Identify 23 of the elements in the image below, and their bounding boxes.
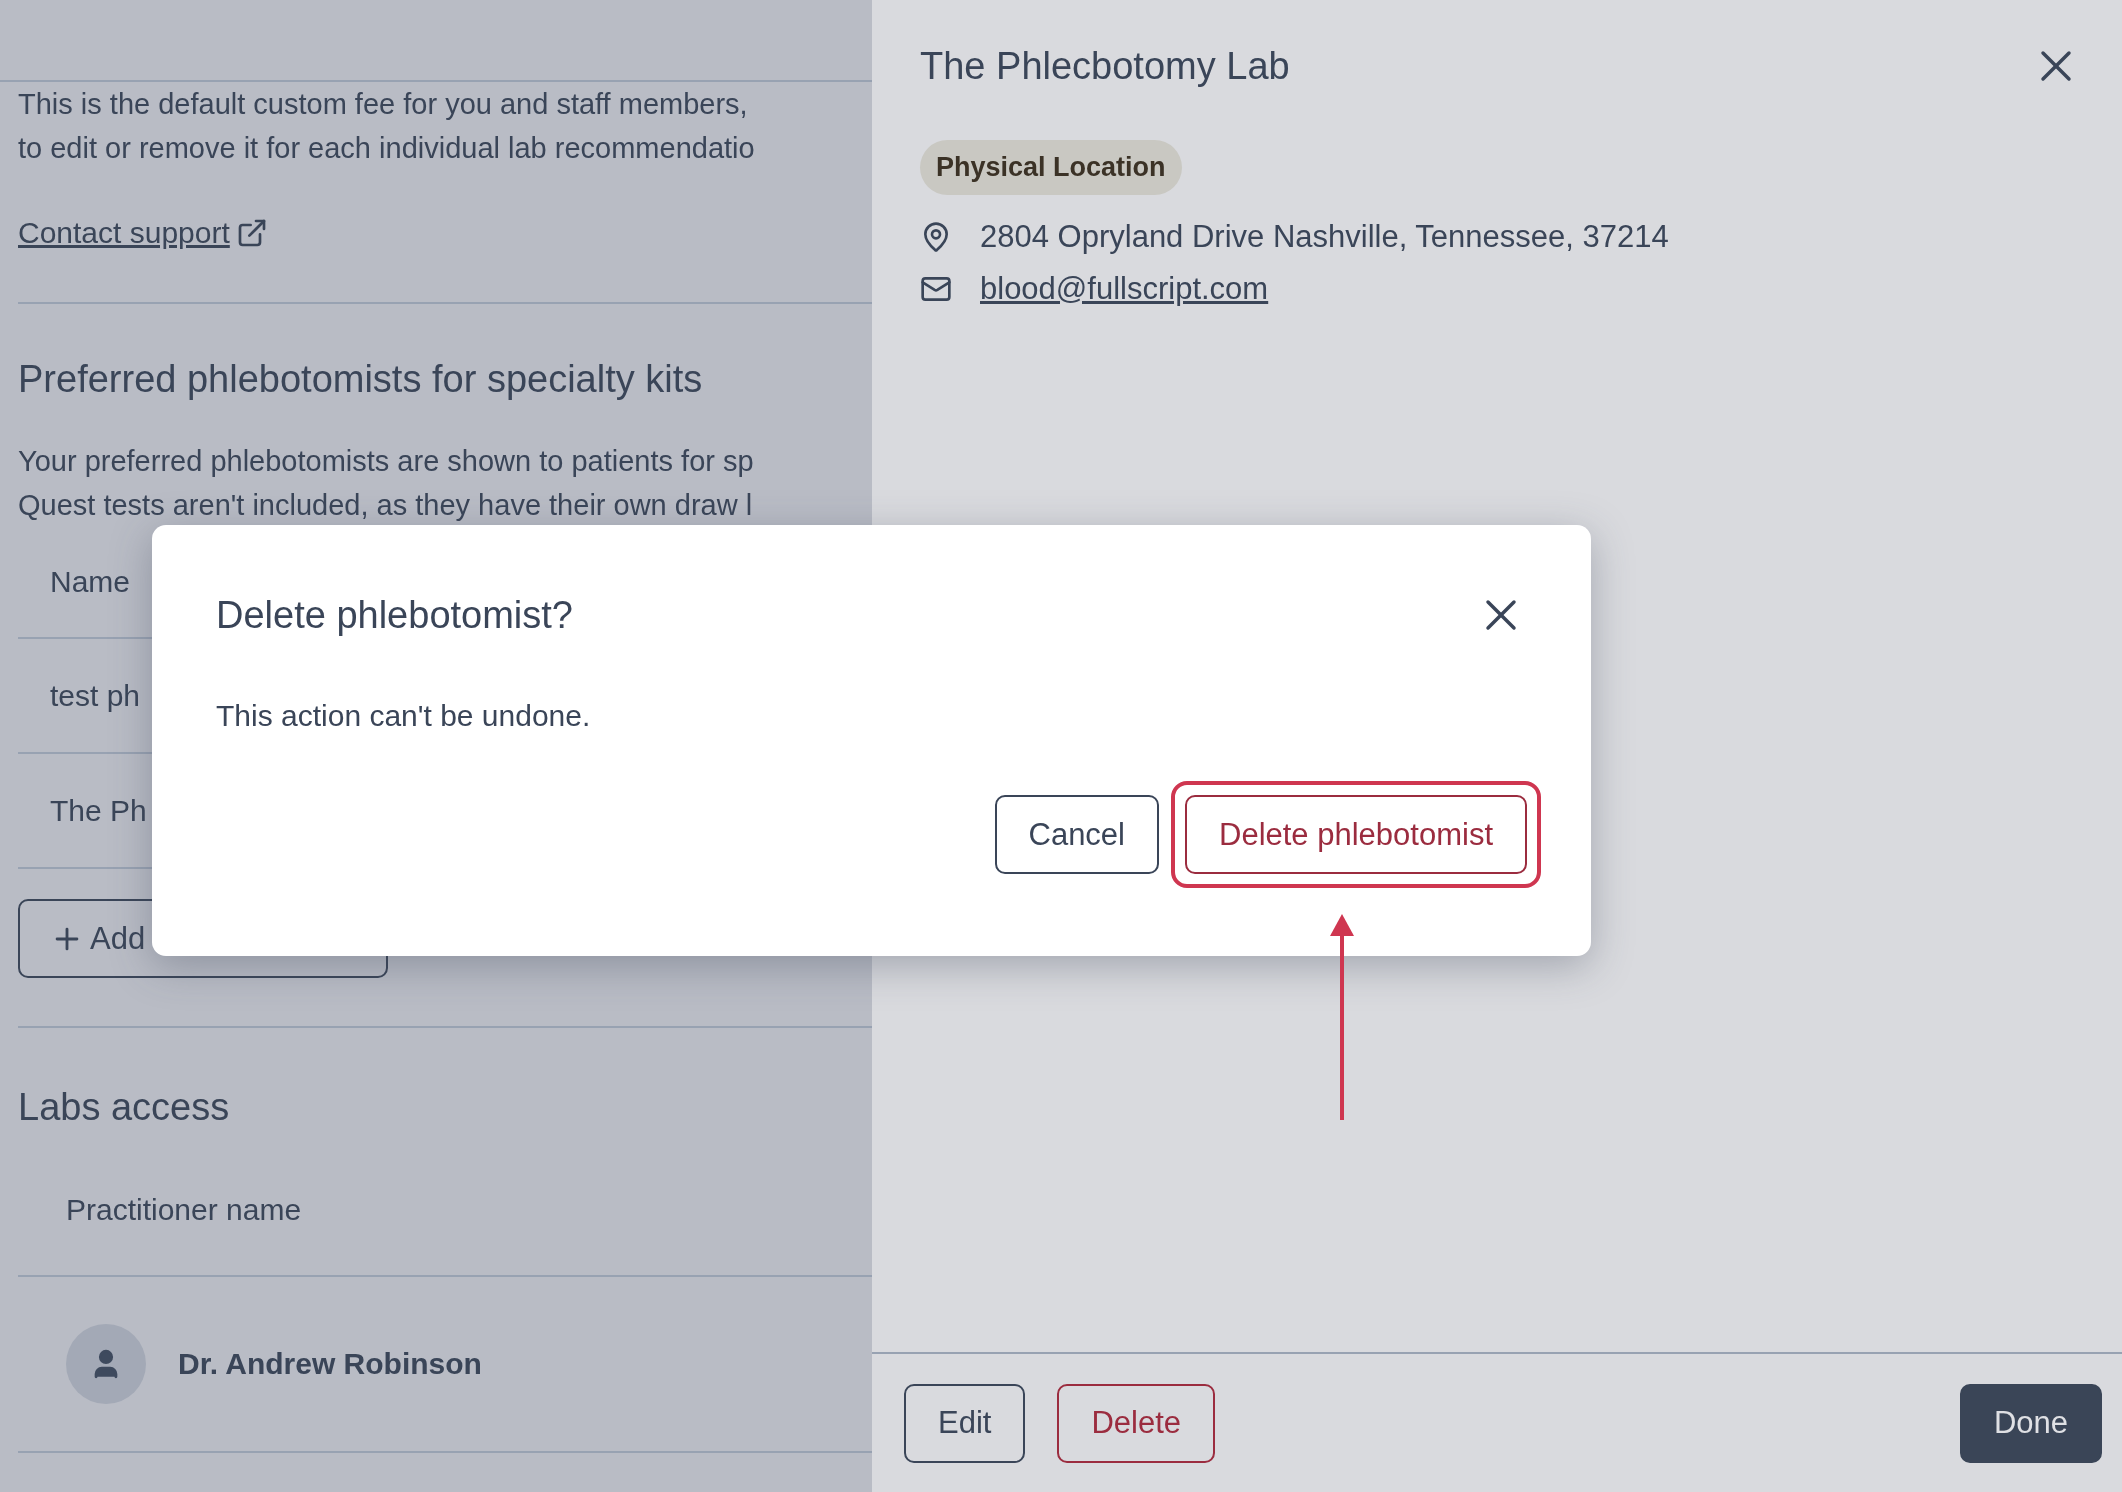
description-line: Your preferred phlebotomists are shown to patients for sp (18, 444, 755, 479)
dialog-message: This action can't be undone. (216, 699, 592, 733)
secondary-button[interactable]: Edit (904, 1383, 1026, 1463)
fee-note-line: This is the default custom fee for you and staff members, (18, 87, 749, 122)
delete-button[interactable]: Delete (1057, 1383, 1216, 1463)
table-cell: test ph (50, 678, 141, 713)
description-line: Quest tests aren't included, as they have their own draw l (18, 488, 754, 523)
fee-note-line: to edit or remove it for each individual lab recommendatio (18, 131, 756, 166)
drawer-title: The Phlecbotomy Lab (920, 44, 1290, 88)
section-heading: Preferred phlebotomists for specialty kits (18, 358, 704, 401)
column-header: Name (50, 565, 131, 599)
done-button[interactable]: Done (1959, 1383, 2102, 1463)
column-header: Practitioner name (66, 1193, 302, 1227)
practitioner-name: Dr. Andrew Robinson (178, 1347, 482, 1381)
secondary-button[interactable]: Cancel (994, 795, 1159, 874)
location-badge: Physical Location (920, 140, 1182, 195)
delete-button[interactable]: Delete phlebotomist (1185, 795, 1527, 874)
email-link[interactable]: blood@fullscript.com (980, 271, 1269, 307)
section-heading: Labs access (18, 1086, 231, 1129)
contact-support-link[interactable]: Contact support (18, 216, 268, 250)
table-cell: The Ph (50, 793, 147, 828)
dialog-title: Delete phlebotomist? (216, 593, 573, 637)
address-text: 2804 Opryland Drive Nashville, Tennessee, 37214 (980, 219, 1669, 255)
